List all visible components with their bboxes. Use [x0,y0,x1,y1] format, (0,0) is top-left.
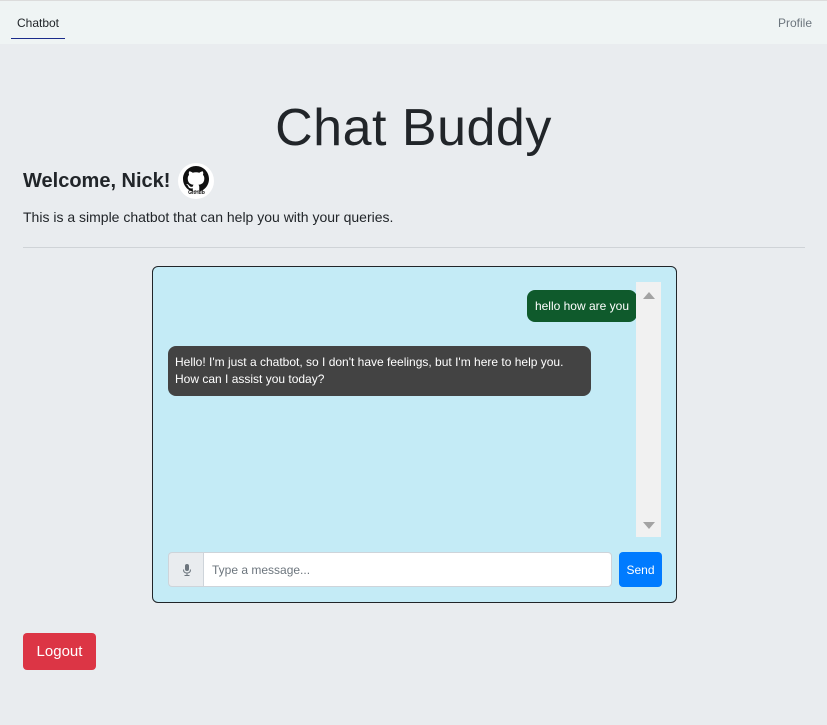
tab-chatbot[interactable]: Chatbot [11,16,65,39]
tab-profile[interactable]: Profile [778,16,812,30]
send-button[interactable]: Send [619,552,662,587]
message-input-row: Send [168,552,662,588]
scroll-up-arrow-icon[interactable] [643,292,655,299]
welcome-heading: Welcome, Nick! [23,169,171,192]
message-input[interactable] [203,552,612,587]
bot-message: Hello! I'm just a chatbot, so I don't ha… [168,346,591,396]
welcome-row: Welcome, Nick! GitHub [23,163,215,199]
message-list: hello how are you Hello! I'm just a chat… [153,267,643,547]
github-icon[interactable]: GitHub [178,163,215,199]
chat-window: hello how are you Hello! I'm just a chat… [152,266,677,603]
scroll-down-arrow-icon[interactable] [643,522,655,529]
chat-scrollbar[interactable] [636,282,661,537]
user-message: hello how are you [526,290,637,322]
microphone-icon [182,563,191,576]
page-subtitle: This is a simple chatbot that can help y… [23,209,394,225]
github-label: GitHub [188,190,205,196]
logout-button[interactable]: Logout [23,633,96,670]
page-title: Chat Buddy [275,99,552,157]
top-navbar: Chatbot Profile [0,0,827,44]
microphone-button[interactable] [168,552,204,587]
divider [23,247,805,248]
github-mark-icon [183,166,210,192]
